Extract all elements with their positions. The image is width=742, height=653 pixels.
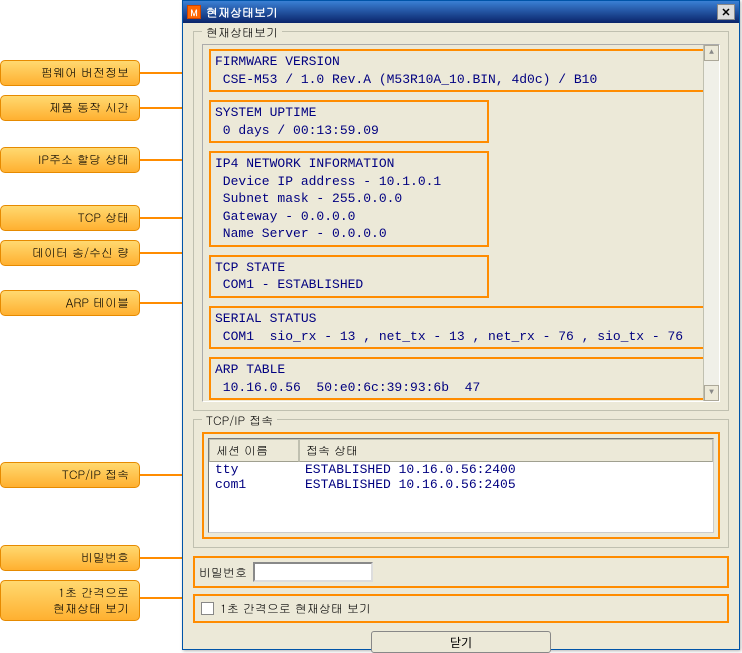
tcpstate-block: TCP STATE COM1 - ESTABLISHED (209, 255, 489, 298)
firmware-block: FIRMWARE VERSION CSE-M53 / 1.0 Rev.A (M5… (209, 49, 715, 92)
status-groupbox: 현재상태보기 FIRMWARE VERSION CSE-M53 / 1.0 Re… (193, 31, 729, 411)
connection-table: 세션 이름 접속 상태 tty ESTABLISHED 10.16.0.56:2… (208, 438, 714, 533)
table-row[interactable]: tty ESTABLISHED 10.16.0.56:2400 (209, 462, 713, 477)
callout-tcpip: TCP/IP 접속 (0, 462, 140, 488)
titlebar[interactable]: M 현재상태보기 ✕ (183, 1, 739, 23)
tcpip-groupbox: TCP/IP 접속 세션 이름 접속 상태 tty ESTABLISHED 10… (193, 419, 729, 548)
callout-ipinfo: IP주소 할당 상태 (0, 147, 140, 173)
interval-checkbox[interactable] (201, 602, 214, 615)
scroll-up-icon[interactable]: ▲ (704, 45, 719, 61)
password-section: 비밀번호 (193, 556, 729, 588)
groupbox-label: 현재상태보기 (202, 24, 282, 41)
ipinfo-block: IP4 NETWORK INFORMATION Device IP addres… (209, 151, 489, 247)
status-window: M 현재상태보기 ✕ 현재상태보기 FIRMWARE VERSION CSE-M… (182, 0, 740, 650)
status-pane: FIRMWARE VERSION CSE-M53 / 1.0 Rev.A (M5… (202, 44, 720, 402)
button-row: 닫기 (193, 631, 729, 653)
callout-password: 비밀번호 (0, 545, 140, 571)
serial-block: SERIAL STATUS COM1 sio_rx - 13 , net_tx … (209, 306, 715, 349)
callout-firmware: 펌웨어 버전정보 (0, 60, 140, 86)
password-label: 비밀번호 (199, 564, 247, 581)
close-button[interactable]: 닫기 (371, 631, 551, 653)
app-icon: M (187, 5, 201, 19)
session-status: ESTABLISHED 10.16.0.56:2400 (305, 462, 707, 477)
col-status-header[interactable]: 접속 상태 (299, 439, 713, 462)
uptime-block: SYSTEM UPTIME 0 days / 00:13:59.09 (209, 100, 489, 143)
callout-interval: 1초 간격으로 현재상태 보기 (0, 580, 140, 621)
callout-tcpstate: TCP 상태 (0, 205, 140, 231)
password-input[interactable] (253, 562, 373, 582)
table-row[interactable]: com1 ESTABLISHED 10.16.0.56:2405 (209, 477, 713, 492)
session-status: ESTABLISHED 10.16.0.56:2405 (305, 477, 707, 492)
scroll-down-icon[interactable]: ▼ (704, 385, 719, 401)
col-session-header[interactable]: 세션 이름 (209, 439, 299, 462)
scrollbar[interactable]: ▲ ▼ (703, 45, 719, 401)
window-body: 현재상태보기 FIRMWARE VERSION CSE-M53 / 1.0 Re… (183, 23, 739, 649)
arp-block: ARP TABLE 10.16.0.56 50:e0:6c:39:93:6b 4… (209, 357, 715, 400)
close-icon[interactable]: ✕ (717, 4, 735, 20)
tcpip-groupbox-label: TCP/IP 접속 (202, 412, 277, 429)
session-name: com1 (215, 477, 305, 492)
session-name: tty (215, 462, 305, 477)
callout-serial: 데이터 송/수신 량 (0, 240, 140, 266)
tcpip-highlight-box: 세션 이름 접속 상태 tty ESTABLISHED 10.16.0.56:2… (202, 432, 720, 539)
callout-uptime: 제품 동작 시간 (0, 95, 140, 121)
interval-section: 1초 간격으로 현재상태 보기 (193, 594, 729, 623)
table-header: 세션 이름 접속 상태 (209, 439, 713, 462)
callout-arp: ARP 테이블 (0, 290, 140, 316)
interval-checkbox-label: 1초 간격으로 현재상태 보기 (220, 600, 371, 617)
window-title: 현재상태보기 (206, 4, 278, 21)
